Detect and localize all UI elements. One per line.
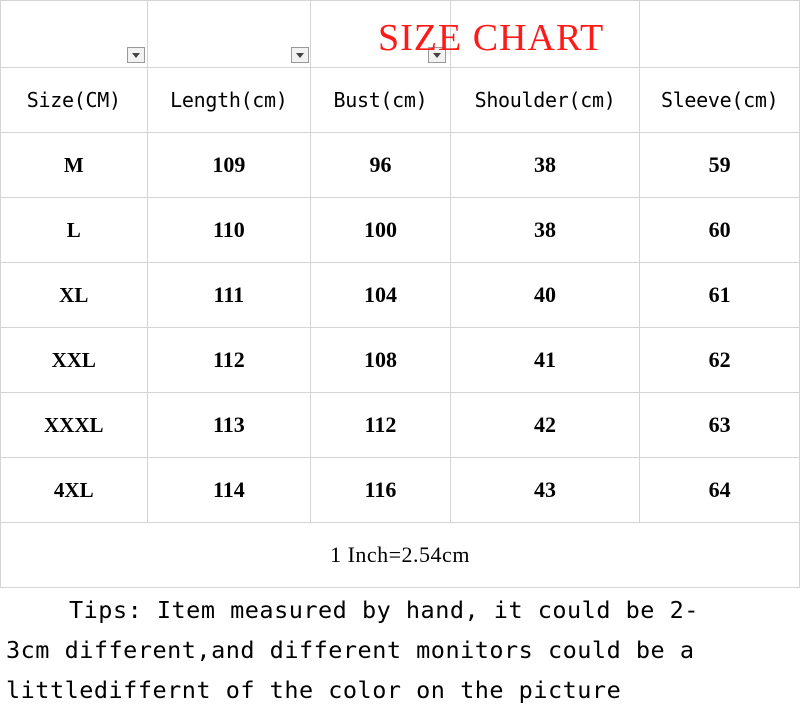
bust-cell[interactable]: 116: [310, 457, 451, 523]
header-size[interactable]: Size(CM): [0, 67, 148, 133]
size-cell[interactable]: 4XL: [0, 457, 148, 523]
size-cell[interactable]: XXXL: [0, 392, 148, 458]
size-cell[interactable]: L: [0, 197, 148, 263]
bust-cell[interactable]: 100: [310, 197, 451, 263]
tips-line-1: Tips: Item measured by hand, it could be…: [69, 596, 699, 624]
page-title: SIZE CHART: [378, 17, 605, 59]
header-length[interactable]: Length(cm): [146, 67, 312, 133]
filter-dropdown-button-a[interactable]: [127, 47, 145, 63]
header-bust[interactable]: Bust(cm): [310, 67, 451, 133]
filter-dropdown-button-b[interactable]: [290, 47, 309, 63]
bust-cell[interactable]: 104: [310, 262, 451, 328]
bust-cell[interactable]: 96: [310, 132, 451, 198]
spreadsheet-sheet: Size(CM) Length(cm) Bust(cm) Shoulder(cm…: [0, 0, 800, 704]
conversion-cell[interactable]: 1 Inch=2.54cm: [0, 522, 800, 588]
table-row: L 110 100 38 60: [0, 197, 800, 263]
conversion-row: 1 Inch=2.54cm: [0, 522, 800, 588]
shoulder-cell[interactable]: 38: [449, 197, 641, 263]
header-row: Size(CM) Length(cm) Bust(cm) Shoulder(cm…: [0, 67, 800, 133]
table-row: XXL 112 108 41 62: [0, 327, 800, 393]
shoulder-cell[interactable]: 43: [449, 457, 641, 523]
tips-text: Tips: Item measured by hand, it could be…: [6, 590, 796, 710]
shoulder-cell[interactable]: 41: [449, 327, 641, 393]
title-cell-a[interactable]: [0, 0, 148, 68]
length-cell[interactable]: 109: [146, 132, 312, 198]
title-cell-b[interactable]: [146, 0, 312, 68]
header-sleeve[interactable]: Sleeve(cm): [639, 67, 800, 133]
table-row: XL 111 104 40 61: [0, 262, 800, 328]
table-row: M 109 96 38 59: [0, 132, 800, 198]
size-cell[interactable]: M: [0, 132, 148, 198]
length-cell[interactable]: 112: [146, 327, 312, 393]
table-row: XXXL 113 112 42 63: [0, 392, 800, 458]
sleeve-cell[interactable]: 60: [639, 197, 800, 263]
sleeve-cell[interactable]: 59: [639, 132, 800, 198]
table-row: 4XL 114 116 43 64: [0, 457, 800, 523]
sleeve-cell[interactable]: 63: [639, 392, 800, 458]
length-cell[interactable]: 113: [146, 392, 312, 458]
tips-line-3: littlediffernt of the color on the pictu…: [6, 676, 622, 704]
header-shoulder[interactable]: Shoulder(cm): [449, 67, 641, 133]
chevron-down-icon: [132, 52, 140, 58]
length-cell[interactable]: 114: [146, 457, 312, 523]
title-cell-e[interactable]: [639, 0, 800, 68]
chevron-down-icon: [295, 52, 304, 58]
sleeve-cell[interactable]: 62: [639, 327, 800, 393]
bust-cell[interactable]: 112: [310, 392, 451, 458]
sleeve-cell[interactable]: 64: [639, 457, 800, 523]
bust-cell[interactable]: 108: [310, 327, 451, 393]
size-chart-table: Size(CM) Length(cm) Bust(cm) Shoulder(cm…: [0, 0, 800, 588]
length-cell[interactable]: 110: [146, 197, 312, 263]
size-cell[interactable]: XL: [0, 262, 148, 328]
tips-line-2: 3cm different,and different monitors cou…: [6, 636, 695, 664]
shoulder-cell[interactable]: 38: [449, 132, 641, 198]
shoulder-cell[interactable]: 40: [449, 262, 641, 328]
length-cell[interactable]: 111: [146, 262, 312, 328]
size-cell[interactable]: XXL: [0, 327, 148, 393]
sleeve-cell[interactable]: 61: [639, 262, 800, 328]
shoulder-cell[interactable]: 42: [449, 392, 641, 458]
